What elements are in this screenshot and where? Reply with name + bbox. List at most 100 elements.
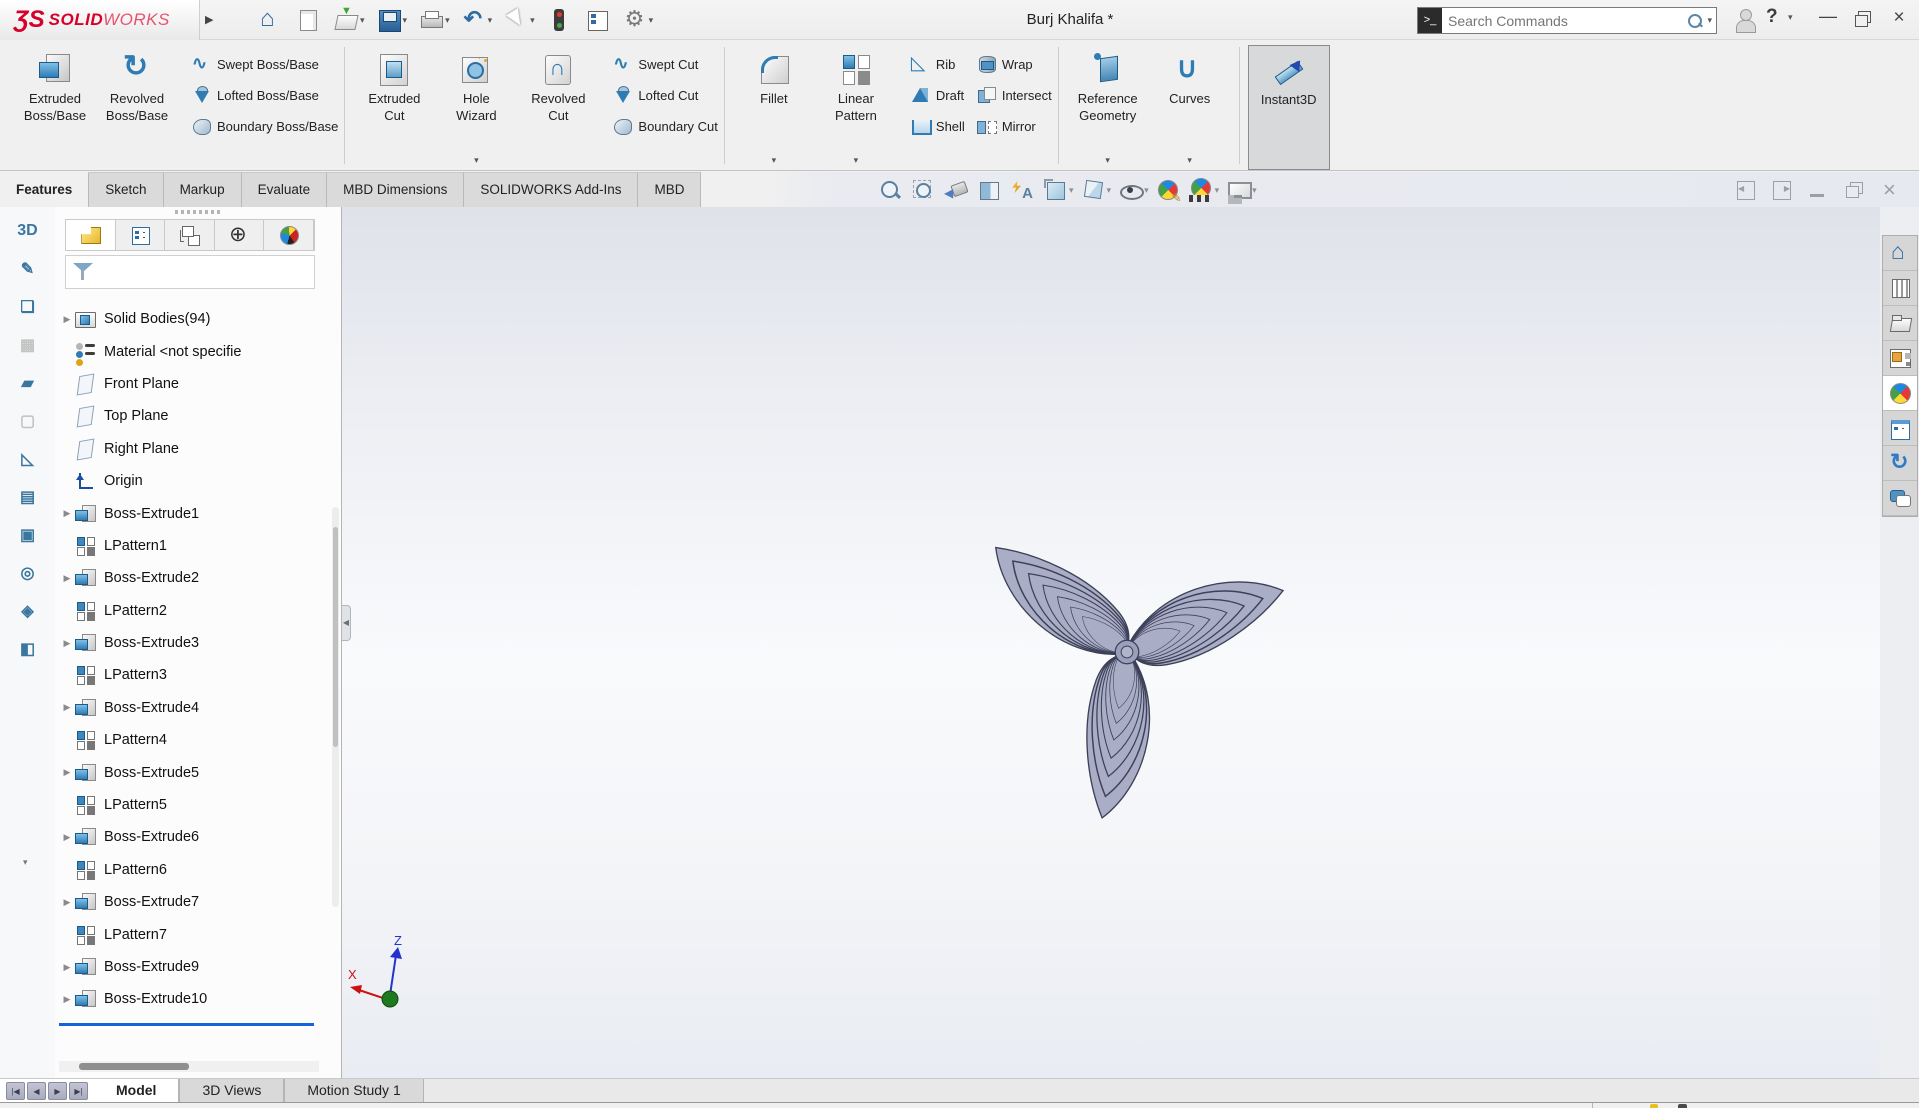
tree-item[interactable]: LPattern7 xyxy=(59,918,325,950)
tree-item[interactable]: Top Plane xyxy=(59,400,325,432)
tab-markup[interactable]: Markup xyxy=(164,172,242,207)
tree-item[interactable]: ▶ Boss-Extrude10 xyxy=(59,983,325,1015)
revolved-boss-base-button[interactable]: RevolvedBoss/Base xyxy=(96,45,178,170)
expand-arrow-icon[interactable]: ▶ xyxy=(59,508,75,519)
3d-views-tab[interactable]: 3D Views xyxy=(179,1079,284,1102)
hide-show-items-icon[interactable]: ▾ xyxy=(1118,178,1149,202)
rib-button[interactable]: Rib xyxy=(905,49,971,80)
tab-features[interactable]: Features xyxy=(0,172,89,207)
document-restore-icon[interactable] xyxy=(1843,180,1865,200)
logo-expand-arrow[interactable]: ▶ xyxy=(205,10,217,30)
tree-item[interactable]: ▶ Solid Bodies(94) xyxy=(59,303,325,335)
graphics-viewport[interactable]: ◀ xyxy=(342,207,1880,1078)
dropdown-arrow-icon[interactable]: ▾ xyxy=(488,15,493,26)
collapse-left-pane-icon[interactable] xyxy=(1735,180,1757,200)
panel-drag-handle[interactable] xyxy=(175,210,221,214)
revolved-cut-button[interactable]: RevolvedCut xyxy=(517,45,599,170)
motion-study-1-tab[interactable]: Motion Study 1 xyxy=(284,1079,423,1102)
view-orientation-icon[interactable]: ▾ xyxy=(1043,178,1074,202)
dropdown-arrow-icon[interactable]: ▾ xyxy=(1187,155,1192,166)
undo-icon[interactable]: ▾ xyxy=(459,6,496,34)
dropdown-arrow-icon[interactable]: ▾ xyxy=(474,155,479,166)
view-settings-icon[interactable]: ▾ xyxy=(1226,178,1257,202)
extruded-boss-base-button[interactable]: ExtrudedBoss/Base xyxy=(14,45,96,170)
close-button[interactable]: × xyxy=(1884,6,1914,32)
search-dropdown-icon[interactable]: ▾ xyxy=(1707,15,1712,26)
login-user-icon[interactable] xyxy=(1733,8,1757,32)
restore-button[interactable] xyxy=(1849,6,1879,32)
dropdown-arrow-icon[interactable]: ▾ xyxy=(1107,185,1112,196)
swept-boss-base-button[interactable]: Swept Boss/Base xyxy=(186,49,344,80)
document-minimize-icon[interactable] xyxy=(1807,180,1829,200)
hole-wizard-button[interactable]: HoleWizard ▾ xyxy=(435,45,517,170)
dropdown-arrow-icon[interactable]: ▾ xyxy=(1252,185,1257,196)
lofted-boss-base-button[interactable]: Lofted Boss/Base xyxy=(186,80,344,111)
tab-solidworks-add-ins[interactable]: SOLIDWORKS Add-Ins xyxy=(464,172,638,207)
tree-vertical-scrollbar[interactable] xyxy=(332,507,339,907)
rib-tool[interactable]: ◺ xyxy=(11,443,45,474)
select-cursor-icon[interactable]: ▾ xyxy=(501,6,538,34)
left-rail-expand-arrow[interactable]: ▾ xyxy=(23,857,28,868)
expand-arrow-icon[interactable]: ▶ xyxy=(59,994,75,1005)
extruded-cut-tool[interactable]: ▣ xyxy=(11,519,45,550)
boundary-boss-base-button[interactable]: Boundary Boss/Base xyxy=(186,111,344,142)
extruded-boss-tool[interactable]: ▰ xyxy=(11,367,45,398)
dropdown-arrow-icon[interactable]: ▾ xyxy=(445,15,450,26)
sheet-metal-tool[interactable]: ▤ xyxy=(11,481,45,512)
boundary-cut-button[interactable]: Boundary Cut xyxy=(607,111,724,142)
tab-mbd[interactable]: MBD xyxy=(638,172,701,207)
search-icon[interactable] xyxy=(1687,13,1703,29)
annotation-views-icon[interactable] xyxy=(1010,178,1036,202)
view-palette-icon[interactable] xyxy=(1883,341,1917,376)
expand-arrow-icon[interactable]: ▶ xyxy=(59,573,75,584)
intersect-button[interactable]: Intersect xyxy=(971,80,1058,111)
fillet-tool[interactable]: ❏ xyxy=(11,291,45,322)
tree-item[interactable]: LPattern6 xyxy=(59,854,325,886)
displaymanager-tab[interactable] xyxy=(264,220,314,250)
dropdown-arrow-icon[interactable]: ▾ xyxy=(1144,185,1149,196)
dropdown-arrow-icon[interactable]: ▾ xyxy=(403,15,408,26)
dropdown-arrow-icon[interactable]: ▾ xyxy=(1215,185,1220,196)
apply-scene-icon[interactable]: ▾ xyxy=(1189,178,1220,202)
expand-arrow-icon[interactable]: ▶ xyxy=(59,702,75,713)
3d-sketch-tool[interactable]: 3D xyxy=(11,215,45,246)
tree-item[interactable]: Right Plane xyxy=(59,433,325,465)
tab-sketch[interactable]: Sketch xyxy=(89,172,163,207)
rollback-bar[interactable] xyxy=(59,1023,314,1026)
lofted-cut-button[interactable]: Lofted Cut xyxy=(607,80,724,111)
reference-plane-tool[interactable]: ◧ xyxy=(11,633,45,664)
options-gear-icon[interactable]: ▾ xyxy=(620,6,657,34)
tree-item[interactable]: ▶ Boss-Extrude2 xyxy=(59,562,325,594)
open-icon[interactable]: ▾ xyxy=(331,6,368,34)
expand-arrow-icon[interactable]: ▶ xyxy=(59,314,75,325)
linear-pattern-button[interactable]: LinearPattern ▾ xyxy=(815,45,897,170)
tree-item[interactable]: LPattern5 xyxy=(59,789,325,821)
comments-icon[interactable] xyxy=(1883,481,1917,516)
last-tab-button[interactable]: ▶| xyxy=(69,1082,88,1100)
wrap-button[interactable]: Wrap xyxy=(971,49,1058,80)
curves-button[interactable]: Curves ▾ xyxy=(1149,45,1231,170)
fillet-button[interactable]: Fillet ▾ xyxy=(733,45,815,170)
propertymanager-tab[interactable] xyxy=(116,220,166,250)
search-type-icon[interactable]: >_ xyxy=(1418,8,1442,33)
expand-arrow-icon[interactable]: ▶ xyxy=(59,638,75,649)
tree-item[interactable]: ▶ Boss-Extrude1 xyxy=(59,497,325,529)
search-commands-box[interactable]: >_ ▾ xyxy=(1417,7,1717,34)
dropdown-arrow-icon[interactable]: ▾ xyxy=(649,15,654,26)
previous-view-icon[interactable] xyxy=(944,178,970,202)
previous-tab-button[interactable]: ◀ xyxy=(27,1082,46,1100)
dropdown-arrow-icon[interactable]: ▾ xyxy=(1069,185,1074,196)
minimize-button[interactable]: — xyxy=(1813,6,1843,32)
tab-evaluate[interactable]: Evaluate xyxy=(242,172,328,207)
tree-filter-box[interactable] xyxy=(65,255,315,289)
tree-item[interactable]: Front Plane xyxy=(59,368,325,400)
expand-arrow-icon[interactable]: ▶ xyxy=(59,767,75,778)
mirror-button[interactable]: Mirror xyxy=(971,111,1058,142)
task-pane-home-icon[interactable] xyxy=(1883,236,1917,271)
swept-cut-button[interactable]: Swept Cut xyxy=(607,49,724,80)
display-style-icon[interactable]: ▾ xyxy=(1081,178,1112,202)
tree-item[interactable]: ▶ Boss-Extrude4 xyxy=(59,692,325,724)
dropdown-arrow-icon[interactable]: ▾ xyxy=(1105,155,1110,166)
print-icon[interactable]: ▾ xyxy=(416,6,453,34)
file-explorer-icon[interactable] xyxy=(1883,306,1917,341)
